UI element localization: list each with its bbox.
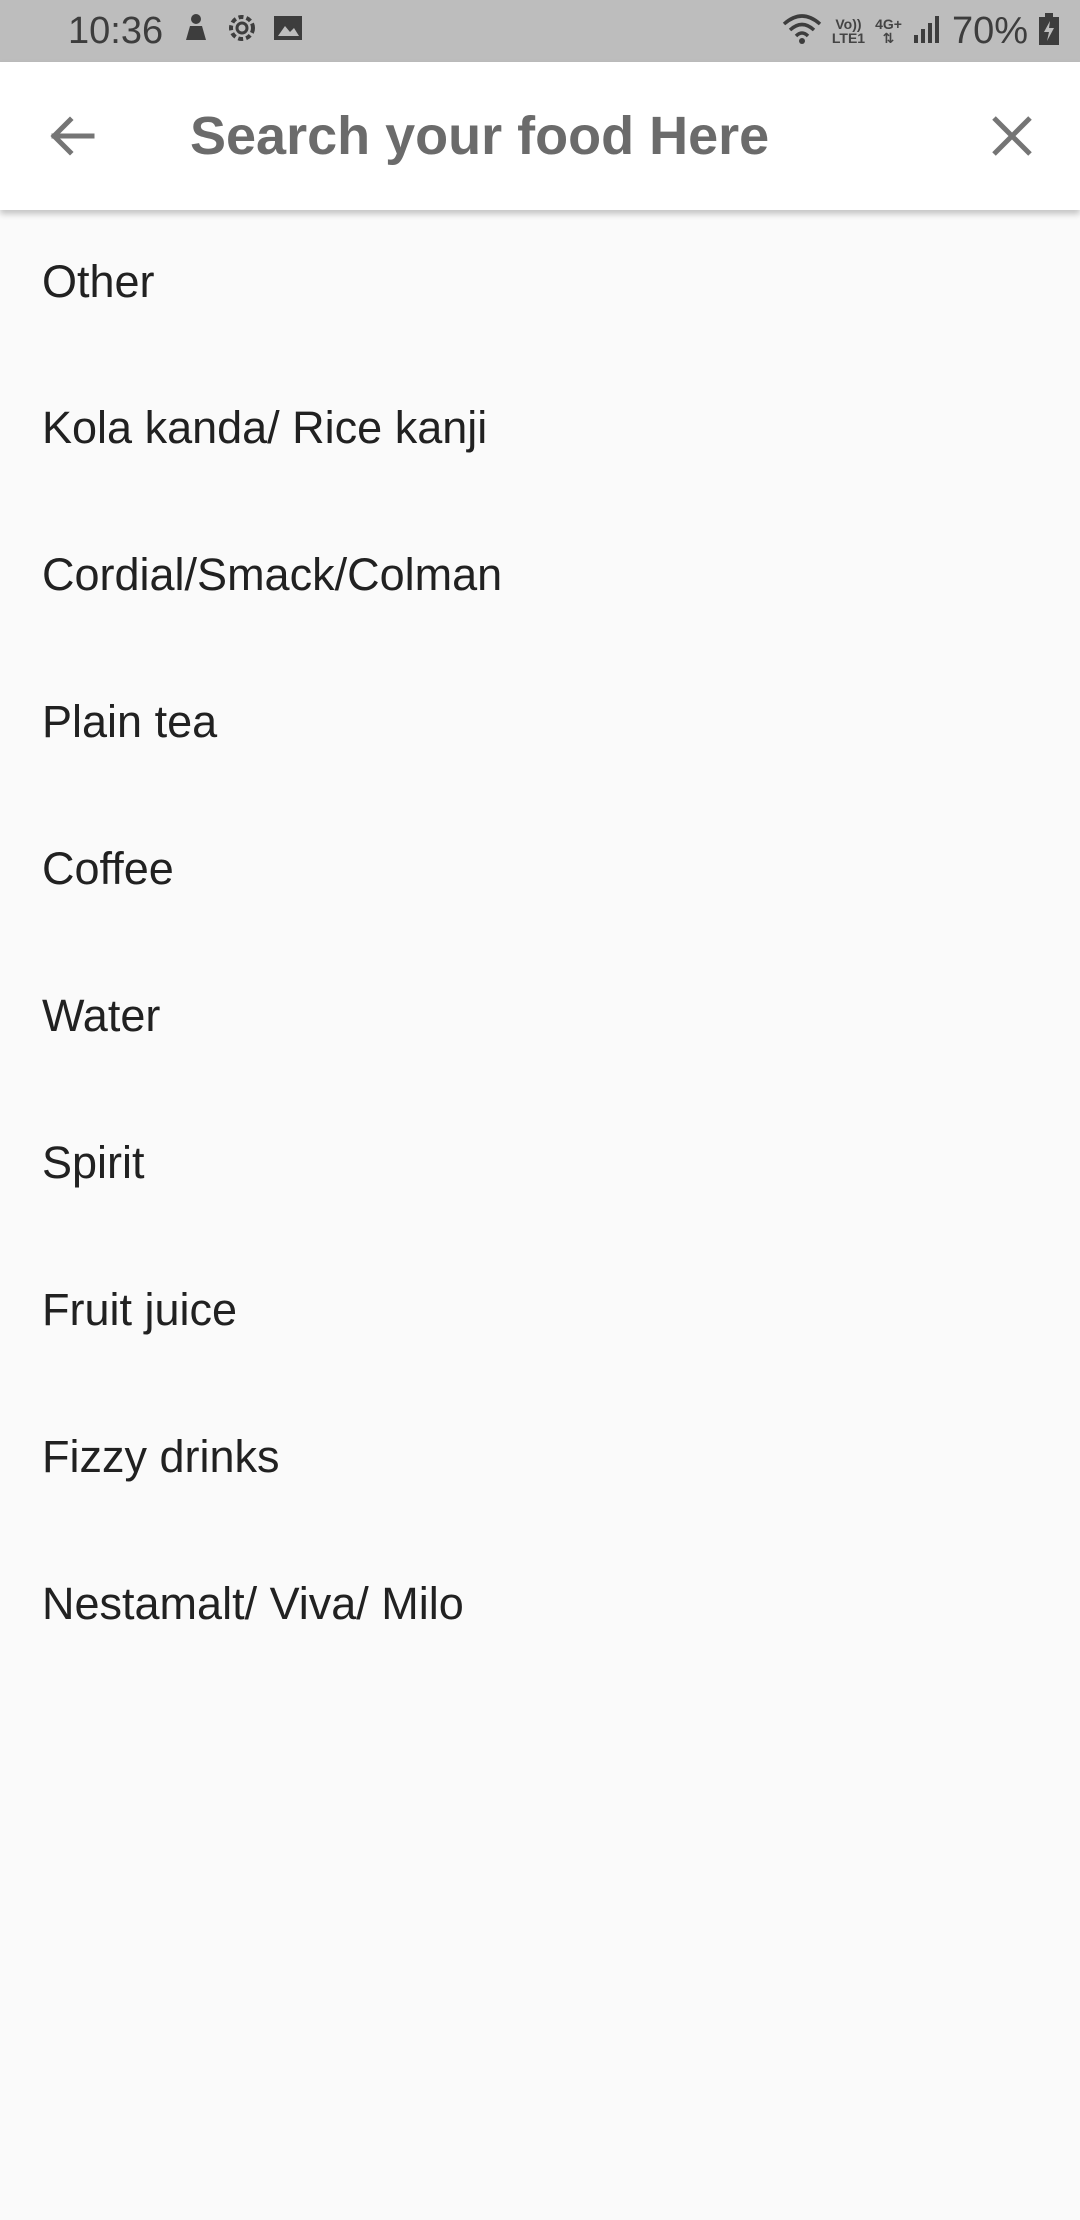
list-item[interactable]: Plain tea bbox=[0, 648, 1080, 795]
status-left-icons bbox=[180, 12, 304, 49]
list-item[interactable]: Cordial/Smack/Colman bbox=[0, 501, 1080, 648]
network-type: 4G+ ⇅ bbox=[875, 16, 902, 46]
signal-icon bbox=[912, 13, 942, 50]
data-arrows-icon: ⇅ bbox=[882, 30, 895, 46]
food-suggestion-list: Other Kola kanda/ Rice kanji Cordial/Sma… bbox=[0, 210, 1080, 1677]
settings-icon bbox=[226, 12, 258, 49]
close-icon bbox=[992, 116, 1032, 156]
list-item[interactable]: Coffee bbox=[0, 795, 1080, 942]
volte-tag: Vo)) LTE1 bbox=[831, 16, 866, 46]
list-item[interactable]: Fizzy drinks bbox=[0, 1383, 1080, 1530]
list-item[interactable]: Spirit bbox=[0, 1089, 1080, 1236]
battery-percentage: 70% bbox=[951, 10, 1028, 52]
close-button[interactable] bbox=[982, 106, 1042, 166]
status-time: 10:36 bbox=[68, 10, 164, 52]
battery-charging-icon bbox=[1038, 12, 1060, 51]
status-right-icons: Vo)) LTE1 4G+ ⇅ 70% bbox=[782, 8, 1060, 54]
back-button[interactable] bbox=[40, 104, 104, 168]
status-bar: 10:36 Vo)) LTE1 4G+ ⇅ 70% bbox=[0, 0, 1080, 62]
search-bar bbox=[0, 62, 1080, 210]
list-item[interactable]: Other bbox=[0, 210, 1080, 354]
gallery-icon bbox=[272, 12, 304, 49]
list-item[interactable]: Water bbox=[0, 942, 1080, 1089]
list-item[interactable]: Fruit juice bbox=[0, 1236, 1080, 1383]
wifi-icon bbox=[782, 12, 822, 51]
list-item[interactable]: Nestamalt/ Viva/ Milo bbox=[0, 1530, 1080, 1677]
arrow-back-icon bbox=[50, 116, 95, 156]
list-item[interactable]: Kola kanda/ Rice kanji bbox=[0, 354, 1080, 501]
search-input[interactable] bbox=[190, 96, 950, 176]
app-notification-icon bbox=[180, 12, 212, 49]
